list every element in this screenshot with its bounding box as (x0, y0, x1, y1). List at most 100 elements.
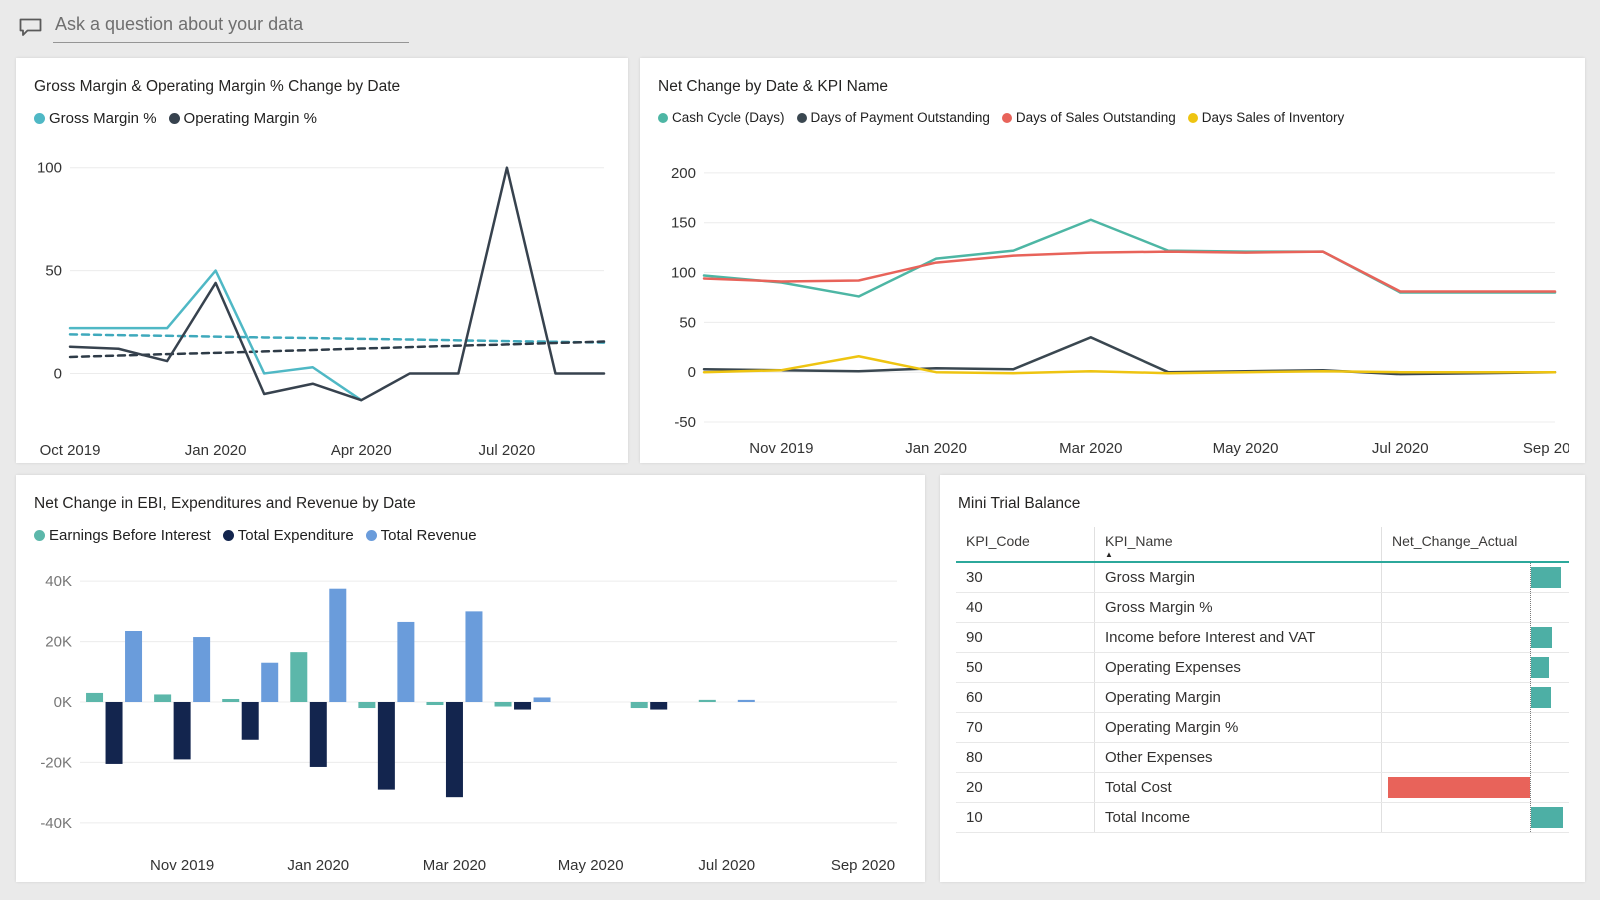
margin-line-chart[interactable]: 050100Oct 2019Jan 2020Apr 2020Jul 2020 (32, 133, 612, 465)
legend-item-total-revenue[interactable]: Total Revenue (366, 527, 477, 544)
legend-label: Total Revenue (381, 527, 477, 544)
bar-total-expenditure[interactable] (514, 702, 531, 710)
bar-earnings-before-interest[interactable] (222, 699, 239, 702)
table-row-income-before-interest-and-vat[interactable]: 90Income before Interest and VAT (956, 623, 1569, 653)
bar-total-revenue[interactable] (125, 631, 142, 702)
legend-dot-icon (797, 113, 807, 123)
table-row-total-income[interactable]: 10Total Income (956, 803, 1569, 833)
bar-total-revenue[interactable] (397, 622, 414, 702)
bar-earnings-before-interest[interactable] (699, 700, 716, 702)
bar-total-expenditure[interactable] (378, 702, 395, 790)
net-change-actual-cell (1382, 743, 1570, 773)
kpi-name-cell: Operating Margin (1095, 683, 1382, 713)
column-header-net-change-actual[interactable]: Net_Change_Actual (1382, 527, 1570, 562)
legend-label: Days Sales of Inventory (1202, 110, 1345, 125)
table-row-operating-expenses[interactable]: 50Operating Expenses (956, 653, 1569, 683)
y-axis-tick-label: 200 (671, 165, 696, 182)
legend-item-days-of-sales-outstanding[interactable]: Days of Sales Outstanding (1002, 110, 1176, 125)
legend-item-earnings-before-interest[interactable]: Earnings Before Interest (34, 527, 211, 544)
x-axis-tick-label: Nov 2019 (150, 857, 214, 874)
legend-item-days-sales-of-inventory[interactable]: Days Sales of Inventory (1188, 110, 1345, 125)
column-header-kpi-name[interactable]: KPI_Name ▲ (1095, 527, 1382, 562)
net-change-kpi-panel[interactable]: Net Change by Date & KPI Name Cash Cycle… (640, 58, 1585, 463)
bar-total-revenue[interactable] (465, 611, 482, 702)
series-line-cash-cycle-days- (704, 220, 1555, 297)
kpi-code-cell: 60 (956, 683, 1095, 713)
kpi-name-cell: Gross Margin % (1095, 593, 1382, 623)
ebi-bar-chart[interactable]: -40K-20K0K20K40KNov 2019Jan 2020Mar 2020… (32, 550, 909, 880)
table-row-operating-margin[interactable]: 60Operating Margin (956, 683, 1569, 713)
x-axis-tick-label: Jan 2020 (287, 857, 349, 874)
y-axis-tick-label: 100 (37, 160, 62, 177)
kpi-name-cell: Total Cost (1095, 773, 1382, 803)
bar-total-revenue[interactable] (193, 637, 210, 702)
bar-total-expenditure[interactable] (650, 702, 667, 710)
legend-item-cash-cycle-days-[interactable]: Cash Cycle (Days) (658, 110, 785, 125)
y-axis-tick-label: -40K (40, 815, 72, 832)
kpi-code-cell: 50 (956, 653, 1095, 683)
kpi-line-chart[interactable]: -50050100150200Nov 2019Jan 2020Mar 2020M… (656, 131, 1569, 463)
table-row-gross-margin-[interactable]: 40Gross Margin % (956, 593, 1569, 623)
legend-dot-icon (366, 530, 377, 541)
bar-total-expenditure[interactable] (310, 702, 327, 767)
x-axis-tick-label: Mar 2020 (1059, 440, 1122, 457)
bar-earnings-before-interest[interactable] (426, 702, 443, 705)
legend-dot-icon (1002, 113, 1012, 123)
legend-label: Operating Margin % (184, 110, 317, 127)
bar-total-expenditure[interactable] (174, 702, 191, 759)
legend-item-total-expenditure[interactable]: Total Expenditure (223, 527, 354, 544)
bar-earnings-before-interest[interactable] (631, 702, 648, 708)
chart-title: Gross Margin & Operating Margin % Change… (34, 78, 612, 96)
bar-total-revenue[interactable] (738, 700, 755, 702)
legend-item-days-of-payment-outstanding[interactable]: Days of Payment Outstanding (797, 110, 990, 125)
bar-earnings-before-interest[interactable] (495, 702, 512, 707)
x-axis-tick-label: Jul 2020 (1372, 440, 1429, 457)
bar-earnings-before-interest[interactable] (86, 693, 103, 702)
qa-bar (18, 12, 409, 43)
series-line-gross-margin-trend (70, 334, 604, 342)
trial-balance-table: KPI_Code KPI_Name ▲ Net_Change_Actual 30… (956, 527, 1569, 833)
mini-trial-balance-panel[interactable]: Mini Trial Balance KPI_Code KPI_Name ▲ N… (940, 475, 1585, 882)
net-change-actual-cell (1382, 562, 1570, 593)
table-row-gross-margin[interactable]: 30Gross Margin (956, 562, 1569, 593)
qa-search-input[interactable] (53, 12, 409, 43)
column-header-label: KPI_Name (1105, 533, 1173, 549)
legend-label: Days of Sales Outstanding (1016, 110, 1176, 125)
legend-item-gross-margin-[interactable]: Gross Margin % (34, 110, 157, 127)
net-change-actual-cell (1382, 653, 1570, 683)
bar-total-revenue[interactable] (534, 697, 551, 702)
x-axis-tick-label: Sep 2020 (831, 857, 895, 874)
x-axis-tick-label: Apr 2020 (331, 442, 392, 459)
column-header-kpi-code[interactable]: KPI_Code (956, 527, 1095, 562)
bar-total-expenditure[interactable] (242, 702, 259, 740)
data-bar-baseline (1530, 773, 1531, 803)
x-axis-tick-label: Jul 2020 (479, 442, 536, 459)
bar-total-revenue[interactable] (329, 589, 346, 702)
x-axis-tick-label: Jan 2020 (185, 442, 247, 459)
bar-total-revenue[interactable] (261, 663, 278, 702)
net-change-actual-cell (1382, 593, 1570, 623)
legend-dot-icon (223, 530, 234, 541)
chart-title: Net Change in EBI, Expenditures and Reve… (34, 495, 909, 513)
ebi-expenditure-revenue-panel[interactable]: Net Change in EBI, Expenditures and Reve… (16, 475, 925, 882)
legend-item-operating-margin-[interactable]: Operating Margin % (169, 110, 317, 127)
net-change-actual-cell (1382, 683, 1570, 713)
bar-earnings-before-interest[interactable] (154, 694, 171, 702)
bar-total-expenditure[interactable] (446, 702, 463, 797)
data-bar-baseline (1530, 713, 1531, 743)
positive-data-bar (1531, 627, 1552, 648)
table-row-other-expenses[interactable]: 80Other Expenses (956, 743, 1569, 773)
x-axis-tick-label: May 2020 (1213, 440, 1279, 457)
chat-bubble-icon (18, 17, 43, 38)
legend: Earnings Before Interest Total Expenditur… (34, 527, 909, 544)
gross-operating-margin-panel[interactable]: Gross Margin & Operating Margin % Change… (16, 58, 628, 463)
bar-earnings-before-interest[interactable] (290, 652, 307, 702)
bar-total-expenditure[interactable] (106, 702, 123, 764)
table-row-operating-margin-[interactable]: 70Operating Margin % (956, 713, 1569, 743)
table-row-total-cost[interactable]: 20Total Cost (956, 773, 1569, 803)
legend-dot-icon (1188, 113, 1198, 123)
bar-earnings-before-interest[interactable] (358, 702, 375, 708)
y-axis-tick-label: 0K (54, 694, 72, 711)
legend-dot-icon (658, 113, 668, 123)
dashboard: Gross Margin & Operating Margin % Change… (0, 0, 1600, 900)
